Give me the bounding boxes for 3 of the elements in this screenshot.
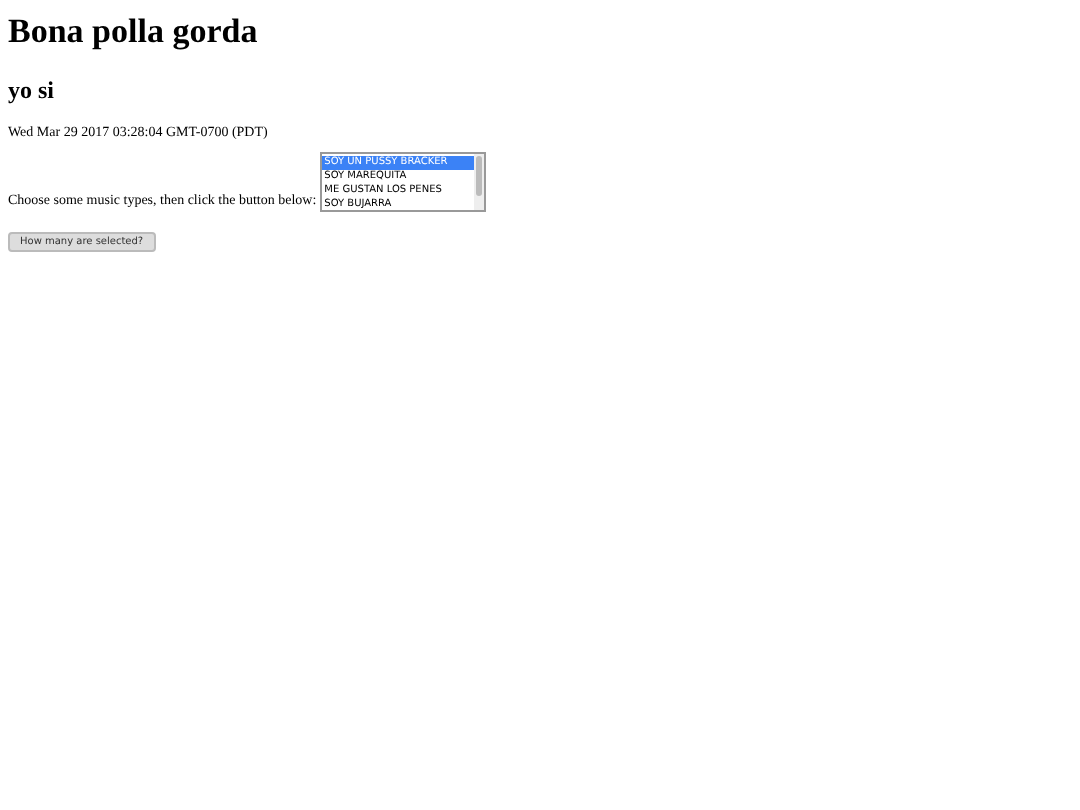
page-subheading: yo si [8, 76, 55, 104]
scrollbar[interactable] [474, 154, 485, 210]
page-heading: Bona polla gorda [8, 12, 258, 52]
